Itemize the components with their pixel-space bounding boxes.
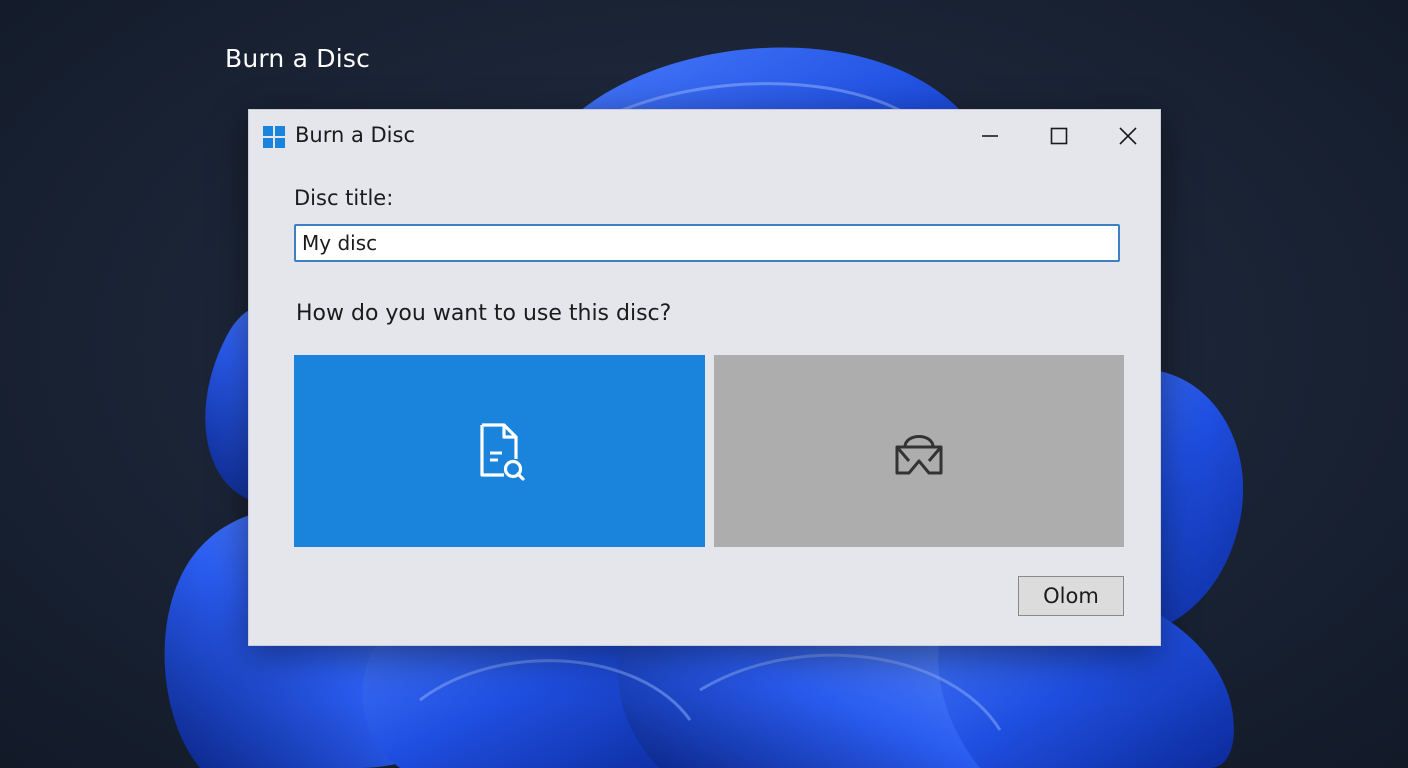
minimize-icon	[982, 135, 998, 137]
desktop-title: Burn a Disc	[225, 44, 371, 73]
close-icon	[1119, 127, 1137, 145]
windows-logo-icon	[263, 126, 285, 148]
dialog-action-button[interactable]: Olom	[1018, 576, 1124, 616]
burn-disc-dialog: Burn a Disc Disc title: How do you want …	[248, 109, 1161, 646]
disc-title-input[interactable]	[294, 224, 1120, 262]
usage-option-1[interactable]	[294, 355, 705, 547]
close-button[interactable]	[1100, 116, 1156, 156]
usage-option-2[interactable]	[714, 355, 1124, 547]
dialog-title: Burn a Disc	[295, 123, 416, 147]
document-search-icon	[479, 423, 525, 481]
usage-question: How do you want to use this disc?	[296, 301, 672, 326]
title-bar[interactable]: Burn a Disc	[249, 110, 1160, 162]
maximize-icon	[1050, 127, 1068, 145]
minimize-button[interactable]	[962, 116, 1018, 156]
disc-player-icon	[895, 435, 943, 475]
disc-title-label: Disc title:	[294, 186, 394, 210]
maximize-button[interactable]	[1031, 116, 1087, 156]
